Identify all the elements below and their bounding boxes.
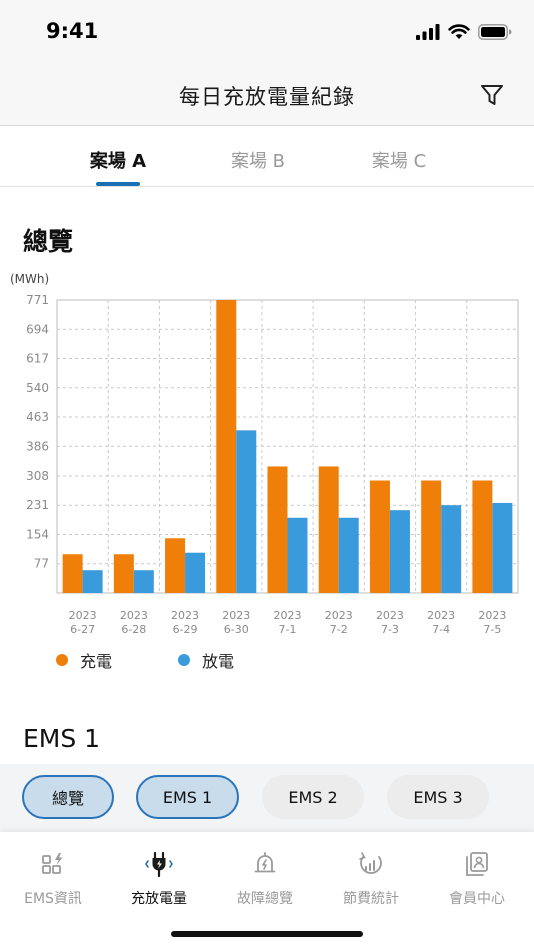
bottom-tab-bar: EMS資訊 充放電量 故障總覽 節費統計 會員中心	[0, 832, 534, 950]
bar-charge	[472, 480, 493, 593]
tab-site-a[interactable]: 案場 A	[48, 147, 188, 173]
chip-ems-1[interactable]: EMS 1	[136, 775, 239, 819]
tab-fault-overview[interactable]: 故障總覽	[212, 850, 318, 908]
y-tick-label: 617	[26, 352, 49, 366]
active-tab-indicator	[96, 182, 140, 186]
bar-discharge	[133, 570, 154, 593]
legend-item-discharge: 放電	[178, 648, 234, 672]
filter-button[interactable]	[478, 81, 506, 109]
chart-legend: 充電 放電	[0, 648, 534, 672]
home-indicator	[171, 931, 363, 937]
bar-charge	[267, 466, 288, 593]
bar-charge	[369, 480, 390, 593]
ems-chip-strip: 總覽 EMS 1 EMS 2 EMS 3	[0, 764, 534, 832]
battery-icon	[478, 24, 512, 40]
chip-overview[interactable]: 總覽	[22, 775, 114, 819]
tab-label-ems-info: EMS資訊	[24, 891, 82, 907]
x-tick-label-date: 7-4	[432, 623, 450, 636]
bar-discharge	[492, 502, 513, 593]
chart-svg: 77169461754046338630823115477(MWh)20236-…	[10, 272, 519, 636]
y-tick-label: 231	[26, 498, 49, 512]
y-tick-label: 694	[26, 322, 49, 336]
x-tick-label-year: 2023	[69, 609, 97, 622]
bar-charge	[318, 466, 339, 593]
legend-label-charge: 充電	[80, 652, 113, 671]
savings-chart-icon	[359, 852, 382, 874]
legend-dot-discharge	[178, 654, 190, 666]
x-tick-label-year: 2023	[376, 609, 404, 622]
tab-member-center[interactable]: 會員中心	[424, 850, 530, 908]
tab-charge-discharge[interactable]: 充放電量	[106, 850, 212, 908]
filter-icon	[481, 85, 503, 105]
x-tick-label-date: 6-27	[70, 623, 95, 636]
bar-charge	[165, 538, 186, 593]
y-tick-label: 463	[26, 410, 49, 424]
bar-charge	[113, 554, 134, 593]
y-tick-label: 154	[26, 527, 49, 541]
x-tick-label-year: 2023	[222, 609, 250, 622]
member-profile-icon	[466, 852, 488, 876]
x-tick-label-date: 6-29	[173, 623, 198, 636]
tab-site-c[interactable]: 案場 C	[329, 147, 469, 173]
bar-discharge	[338, 517, 359, 593]
tab-label-fault-overview: 故障總覽	[237, 891, 293, 907]
alarm-bell-icon	[254, 852, 276, 873]
nav-bar: 每日充放電量紀錄	[0, 64, 534, 126]
x-tick-label-year: 2023	[427, 609, 455, 622]
bar-discharge	[236, 430, 257, 593]
wifi-icon	[448, 24, 470, 39]
cellular-signal-icon	[416, 24, 440, 40]
status-time: 9:41	[46, 19, 99, 43]
status-icons	[416, 22, 512, 42]
tab-site-b[interactable]: 案場 B	[188, 147, 328, 173]
x-tick-label-year: 2023	[325, 609, 353, 622]
x-tick-label-date: 7-2	[330, 623, 348, 636]
x-tick-label-date: 7-3	[381, 623, 399, 636]
tab-label-charge-discharge: 充放電量	[131, 891, 187, 907]
charge-discharge-chart: 771 694 617 540 463 386 308 231 154 77 (MWh) 2023 6-…	[0, 262, 534, 642]
x-tick-label-year: 2023	[274, 609, 302, 622]
bar-discharge	[287, 517, 308, 593]
bar-charge	[62, 554, 83, 593]
tab-savings-stats[interactable]: 節費統計	[318, 850, 424, 908]
y-tick-label: 77	[34, 557, 49, 571]
bar-discharge	[185, 552, 206, 593]
legend-label-discharge: 放電	[202, 652, 235, 671]
x-tick-label-year: 2023	[120, 609, 148, 622]
y-tick-label: 386	[26, 439, 49, 453]
x-tick-label-date: 7-1	[279, 623, 297, 636]
chip-ems-3[interactable]: EMS 3	[387, 775, 489, 819]
legend-item-charge: 充電	[56, 648, 112, 672]
y-tick-label: 308	[26, 469, 49, 483]
bar-charge	[421, 480, 442, 593]
overview-title: 總覽	[23, 227, 74, 256]
x-tick-label-year: 2023	[171, 609, 199, 622]
x-tick-label-date: 6-28	[121, 623, 146, 636]
y-tick-label: 540	[26, 381, 49, 395]
x-tick-label-year: 2023	[478, 609, 506, 622]
page-title: 每日充放電量紀錄	[179, 85, 355, 109]
y-tick-label: 771	[26, 293, 49, 307]
tab-label-member-center: 會員中心	[449, 891, 505, 907]
plug-charge-icon	[145, 851, 173, 878]
bar-charge	[216, 300, 237, 593]
ems-section-title: EMS 1	[23, 724, 101, 753]
site-tabs: 案場 A 案場 B 案場 C	[0, 127, 534, 187]
chip-ems-2[interactable]: EMS 2	[262, 775, 364, 819]
tab-label-savings-stats: 節費統計	[343, 891, 399, 907]
tab-ems-info[interactable]: EMS資訊	[0, 850, 106, 908]
bar-discharge	[389, 510, 410, 593]
legend-dot-charge	[56, 654, 68, 666]
dashboard-icon	[42, 853, 63, 874]
bar-discharge	[441, 505, 462, 593]
bar-discharge	[82, 570, 103, 593]
y-axis-unit-label: (MWh)	[10, 272, 49, 286]
x-tick-label-date: 7-5	[483, 623, 501, 636]
x-tick-label-date: 6-30	[224, 623, 249, 636]
status-bar: 9:41	[0, 0, 534, 64]
